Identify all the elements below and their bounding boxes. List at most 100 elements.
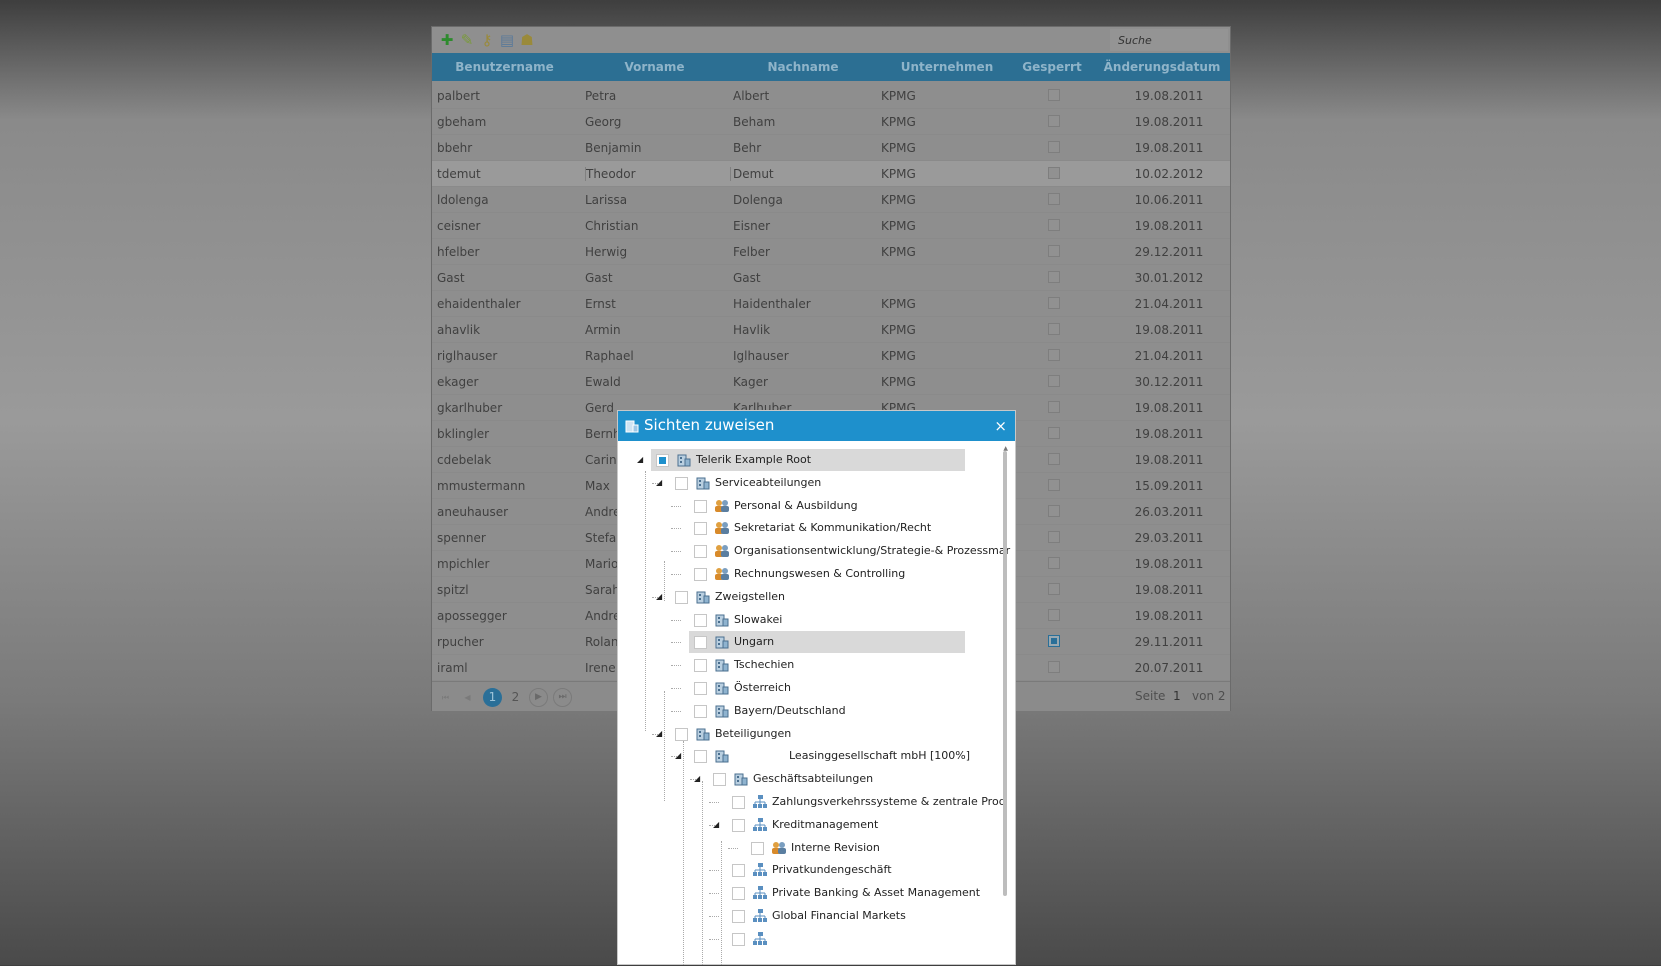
tree-checkbox[interactable] <box>713 773 726 787</box>
table-row[interactable]: ekager Ewald Kager KPMG 30.12.2011 <box>432 369 1230 395</box>
tree-guide-line <box>664 561 665 601</box>
tree-checkbox[interactable] <box>751 841 764 855</box>
tree-checkbox[interactable] <box>732 910 745 923</box>
collapse-icon[interactable]: ◢ <box>637 455 646 464</box>
tree-checkbox[interactable] <box>732 818 745 832</box>
table-row[interactable]: tdemut Theodor Demut KPMG 10.02.2012 <box>432 161 1230 187</box>
table-row[interactable]: ldolenga Larissa Dolenga KPMG 10.06.2011 <box>432 187 1230 213</box>
tree-checkbox[interactable] <box>675 476 688 490</box>
search-input[interactable] <box>1110 29 1228 51</box>
tree-checkbox[interactable] <box>694 750 707 764</box>
tree-checkbox[interactable] <box>694 659 707 673</box>
table-row[interactable]: hfelber Herwig Felber KPMG 29.12.2011 <box>432 239 1230 265</box>
tree-checkbox[interactable] <box>694 522 707 536</box>
locked-checkbox[interactable] <box>1048 557 1060 569</box>
page-1-button[interactable]: 1 <box>483 688 502 707</box>
tree-node[interactable] <box>689 677 965 699</box>
locked-checkbox[interactable] <box>1048 531 1060 543</box>
next-page-icon[interactable]: ▶ <box>529 688 548 707</box>
assign-icon[interactable]: ▤ <box>498 31 516 49</box>
tree-node[interactable] <box>689 609 965 631</box>
tree-checkbox[interactable] <box>732 796 745 809</box>
tree-checkbox[interactable] <box>732 887 745 901</box>
table-row[interactable]: palbert Petra Albert KPMG 19.08.2011 <box>432 83 1230 109</box>
table-row[interactable]: bbehr Benjamin Behr KPMG 19.08.2011 <box>432 135 1230 161</box>
date-cell: 19.08.2011 <box>1134 323 1204 337</box>
locked-checkbox[interactable] <box>1048 141 1060 153</box>
firstname-cell: Petra <box>585 89 617 103</box>
locked-checkbox[interactable] <box>1048 193 1060 205</box>
username-cell: gbeham <box>437 115 487 129</box>
tree-checkbox[interactable] <box>656 454 669 467</box>
locked-checkbox[interactable] <box>1048 453 1060 465</box>
locked-checkbox[interactable] <box>1048 115 1060 127</box>
tree-checkbox[interactable] <box>694 682 707 695</box>
tree-checkbox[interactable] <box>694 545 707 559</box>
col-header-nachname[interactable]: Nachname <box>728 60 878 74</box>
dialog-titlebar[interactable]: Sichten zuweisen × <box>618 411 1015 441</box>
locked-checkbox[interactable] <box>1048 635 1060 647</box>
col-header-vorname[interactable]: Vorname <box>582 60 727 74</box>
tree-checkbox[interactable] <box>694 636 707 650</box>
col-header-gesperrt[interactable]: Gesperrt <box>1012 60 1092 74</box>
locked-checkbox[interactable] <box>1048 401 1060 413</box>
locked-checkbox[interactable] <box>1048 245 1060 257</box>
locked-checkbox[interactable] <box>1048 349 1060 361</box>
prev-page-icon[interactable]: ◀ <box>458 688 477 707</box>
locked-checkbox[interactable] <box>1048 583 1060 595</box>
edit-icon[interactable]: ✎ <box>458 31 476 49</box>
tree-checkbox[interactable] <box>694 613 707 627</box>
username-cell: spitzl <box>437 583 469 597</box>
page-2-button[interactable]: 2 <box>506 688 525 707</box>
collapse-icon[interactable]: ◢ <box>656 478 665 487</box>
username-cell: iraml <box>437 661 468 675</box>
collapse-icon[interactable]: ◢ <box>713 820 722 829</box>
locked-checkbox[interactable] <box>1048 271 1060 283</box>
locked-checkbox[interactable] <box>1048 167 1060 179</box>
company-cell: KPMG <box>881 349 916 363</box>
table-row[interactable]: gbeham Georg Beham KPMG 19.08.2011 <box>432 109 1230 135</box>
locked-checkbox[interactable] <box>1048 89 1060 101</box>
company-cell: KPMG <box>881 297 916 311</box>
locked-checkbox[interactable] <box>1048 427 1060 439</box>
table-row[interactable]: ehaidenthaler Ernst Haidenthaler KPMG 21.04.… <box>432 291 1230 317</box>
last-page-icon[interactable]: ⏭ <box>553 688 572 707</box>
locked-checkbox[interactable] <box>1048 219 1060 231</box>
tree-checkbox[interactable] <box>694 704 707 718</box>
tree-checkbox[interactable] <box>694 568 707 581</box>
locked-checkbox[interactable] <box>1048 297 1060 309</box>
table-row[interactable]: ceisner Christian Eisner KPMG 19.08.2011 <box>432 213 1230 239</box>
col-header-unternehmen[interactable]: Unternehmen <box>872 60 1022 74</box>
locked-checkbox[interactable] <box>1048 661 1060 673</box>
add-icon[interactable]: ✚ <box>438 31 456 49</box>
locked-checkbox[interactable] <box>1048 479 1060 491</box>
tree-checkbox[interactable] <box>694 499 707 513</box>
locked-checkbox[interactable] <box>1048 323 1060 335</box>
users-icon[interactable]: ☗ <box>518 31 536 49</box>
tree-checkbox[interactable] <box>732 864 745 878</box>
tree-node[interactable] <box>689 654 965 676</box>
orgchart-icon <box>753 795 767 808</box>
orgchart-icon <box>753 886 767 900</box>
key-icon[interactable]: ⚷ <box>478 31 496 49</box>
tree-scrollbar[interactable] <box>1003 451 1007 896</box>
lastname-cell: Iglhauser <box>733 349 789 363</box>
locked-checkbox[interactable] <box>1048 505 1060 517</box>
table-row[interactable]: ahavlik Armin Havlik KPMG 19.08.2011 <box>432 317 1230 343</box>
close-icon[interactable]: × <box>994 417 1007 435</box>
table-row[interactable]: riglhauser Raphael Iglhauser KPMG 21.04.2011 <box>432 343 1230 369</box>
tree-connector <box>671 710 681 712</box>
tree-checkbox[interactable] <box>675 590 688 604</box>
locked-checkbox[interactable] <box>1048 609 1060 621</box>
date-cell: 30.12.2011 <box>1134 375 1204 389</box>
first-page-icon[interactable]: ⏮ <box>436 688 455 707</box>
col-header-benutzername[interactable]: Benutzername <box>432 60 577 74</box>
tree-node[interactable] <box>689 631 965 654</box>
table-row[interactable]: Gast Gast Gast 30.01.2012 <box>432 265 1230 291</box>
tree-checkbox[interactable] <box>675 727 688 741</box>
locked-checkbox[interactable] <box>1048 375 1060 387</box>
col-header-aenderungsdatum[interactable]: Änderungsdatum <box>1097 60 1227 74</box>
building-icon <box>715 682 729 695</box>
tree-checkbox[interactable] <box>732 932 745 946</box>
lastname-cell: Albert <box>733 89 770 103</box>
